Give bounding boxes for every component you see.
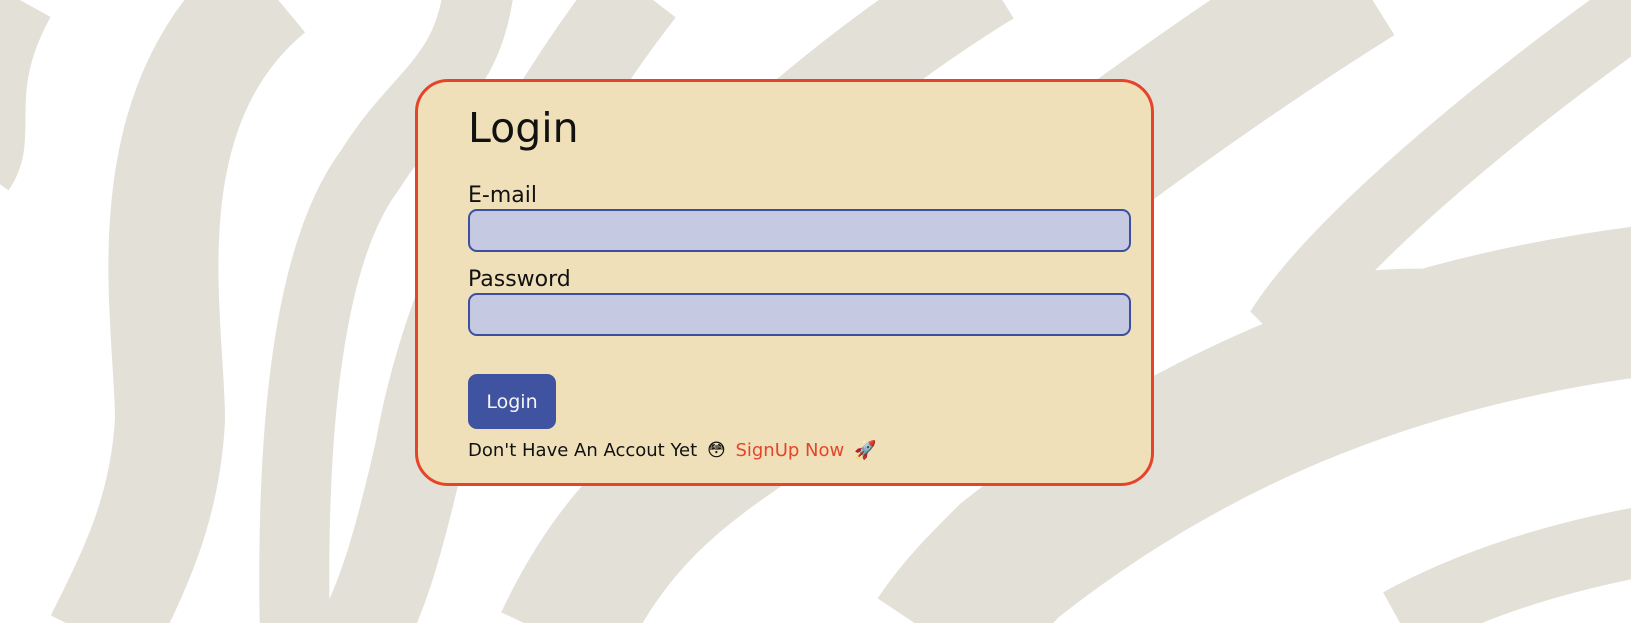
signup-prompt: Don't Have An Accout Yet 😳 SignUp Now 🚀 [468, 440, 880, 462]
signup-link[interactable]: SignUp Now [735, 440, 844, 461]
login-button[interactable]: Login [468, 374, 556, 429]
rocket-icon: 🚀 [853, 440, 877, 461]
flushed-face-icon: 😳 [706, 440, 726, 461]
password-field[interactable] [468, 293, 1131, 336]
signup-prompt-text: Don't Have An Accout Yet [468, 440, 698, 461]
background-stripe [50, 0, 307, 623]
email-label: E-mail [468, 183, 537, 208]
background-stripe [1383, 507, 1631, 623]
email-field[interactable] [468, 209, 1131, 252]
page-title: Login [468, 104, 579, 152]
password-label: Password [468, 267, 571, 292]
login-card: Login E-mail Password Login Don't Have A… [415, 79, 1154, 486]
background-stripe [0, 0, 52, 191]
